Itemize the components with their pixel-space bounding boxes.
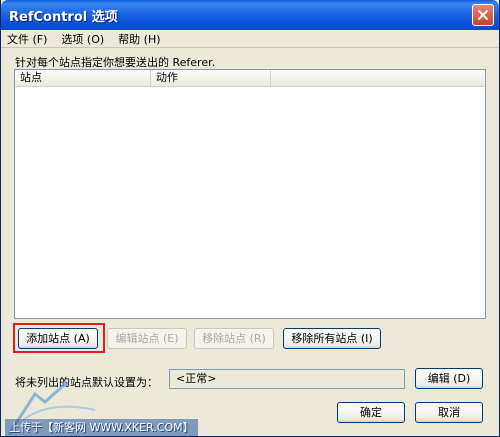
dialog-window: RefControl 选项 文件 (F) 选项 (O) 帮助 (H) 针对每个站… (0, 0, 500, 437)
column-header-action[interactable]: 动作 (151, 70, 271, 87)
edit-site-button[interactable]: 编辑站点 (E) (107, 328, 187, 349)
default-setting-label: 将未列出的站点默认设置为： (15, 376, 158, 389)
close-button[interactable] (472, 4, 494, 26)
menu-help[interactable]: 帮助 (H) (118, 31, 160, 47)
add-site-button[interactable]: 添加站点 (A) (18, 328, 98, 349)
list-header: 站点 动作 (15, 70, 485, 87)
edit-default-button[interactable]: 编辑 (D) (415, 368, 483, 389)
remove-all-sites-button[interactable]: 移除所有站点 (I) (283, 328, 381, 349)
menu-file[interactable]: 文件 (F) (7, 31, 47, 47)
close-icon (478, 10, 488, 20)
window-title: RefControl 选项 (9, 9, 118, 25)
site-list[interactable]: 站点 动作 (14, 69, 486, 319)
cancel-button[interactable]: 取消 (415, 402, 483, 423)
ok-button[interactable]: 确定 (337, 402, 405, 423)
default-setting-field: <正常> (169, 369, 405, 389)
watermark-text: 上传于【新客网 WWW.XKER.COM】 (5, 419, 198, 436)
title-bar[interactable]: RefControl 选项 (1, 0, 499, 30)
menu-bar: 文件 (F) 选项 (O) 帮助 (H) (1, 30, 499, 48)
remove-site-button[interactable]: 移除站点 (R) (194, 328, 274, 349)
instruction-text: 针对每个站点指定你想要送出的 Referer. (15, 56, 216, 69)
menu-options[interactable]: 选项 (O) (61, 31, 104, 47)
column-header-site[interactable]: 站点 (15, 70, 151, 87)
